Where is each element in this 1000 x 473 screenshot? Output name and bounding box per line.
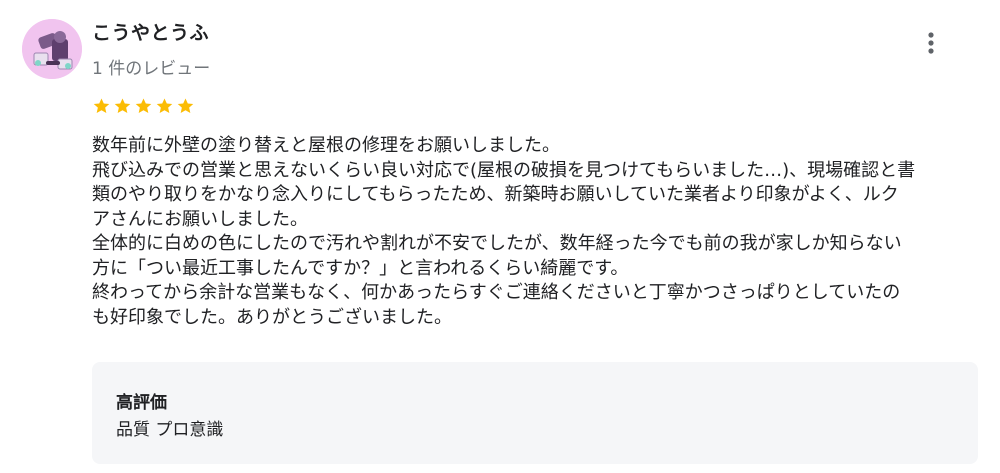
review-line: 飛び込みでの営業と思えないくらい良い対応で(屋根の破損を見つけてもらいました…)… xyxy=(92,159,916,181)
review-line: 数年前に外壁の塗り替えと屋根の修理をお願いしました。 xyxy=(92,135,560,156)
more-vert-icon xyxy=(928,32,934,54)
author-name[interactable]: こうやとうふ xyxy=(92,18,209,45)
review-card: こうやとうふ 1 件のレビュー 数年前に外壁の塗り替えと屋根の修理をお願いしまし… xyxy=(0,0,1000,473)
review-attributes: 高評価 品質 プロ意識 xyxy=(92,362,978,464)
review-line: 終わってから余計な営業もなく、何かあったらすぐご連絡くださいと丁寧かつさっぱりと… xyxy=(92,282,901,303)
review-line: 全体的に白めの色にしたので汚れや割れが不安でしたが、数年経った今でも前の我が家し… xyxy=(92,233,902,254)
star-icon xyxy=(92,95,111,117)
star-icon xyxy=(134,95,153,117)
attributes-values: 品質 プロ意識 xyxy=(116,420,224,440)
star-rating xyxy=(92,95,195,117)
author-review-count: 1 件のレビュー xyxy=(92,59,211,79)
avatar-image xyxy=(22,19,82,79)
review-line: も好印象でした。ありがとうございました。 xyxy=(92,306,452,328)
avatar[interactable] xyxy=(22,19,82,79)
attributes-title: 高評価 xyxy=(116,393,167,413)
review-text: 数年前に外壁の塗り替えと屋根の修理をお願いしました。 飛び込みでの営業と思えない… xyxy=(92,134,982,330)
review-line: アさんにお願いしました。 xyxy=(92,208,308,230)
more-options-button[interactable] xyxy=(918,28,944,58)
review-line: 方に「つい最近工事したんですか？」と言われるくらい綺麗です。 xyxy=(92,257,629,279)
star-icon xyxy=(155,95,174,117)
star-icon xyxy=(113,95,132,117)
review-line: 類のやり取りをかなり念入りにしてもらったため、新築時お願いしていた業者より印象が… xyxy=(92,184,899,205)
star-icon xyxy=(176,95,195,117)
